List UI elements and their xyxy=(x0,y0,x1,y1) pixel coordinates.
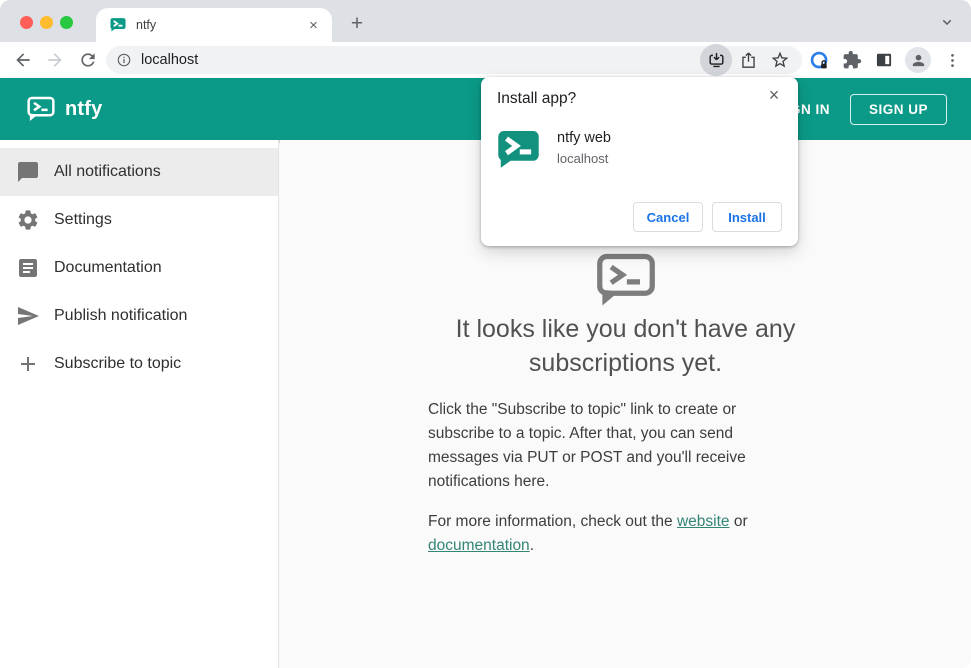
tab-title: ntfy xyxy=(136,18,157,32)
sidebar-item-label: Subscribe to topic xyxy=(54,355,182,372)
ntfy-app-icon xyxy=(497,129,540,171)
menu-kebab-icon[interactable] xyxy=(942,50,963,71)
dialog-app-origin: localhost xyxy=(557,151,609,166)
sidebar-item-label: All notifications xyxy=(54,163,161,180)
sidebar-item-documentation[interactable]: Documentation xyxy=(0,244,278,292)
empty-state-links-paragraph: For more information, check out the webs… xyxy=(428,510,818,558)
sidebar-item-label: Publish notification xyxy=(54,307,188,324)
install-button[interactable]: Install xyxy=(712,202,782,232)
cancel-button[interactable]: Cancel xyxy=(633,202,703,232)
website-link[interactable]: website xyxy=(677,513,730,530)
chat-bubble-icon xyxy=(16,160,40,184)
back-icon[interactable] xyxy=(13,50,33,70)
bookmark-star-icon[interactable] xyxy=(764,46,796,74)
traffic-light-maximize[interactable] xyxy=(60,16,73,29)
sidebar-item-publish-notification[interactable]: Publish notification xyxy=(0,292,278,340)
ntfy-favicon-icon xyxy=(110,17,126,33)
new-tab-button[interactable]: + xyxy=(344,11,370,37)
password-manager-extension-icon[interactable] xyxy=(809,50,830,71)
ntfy-empty-state-icon xyxy=(595,253,657,309)
dialog-title: Install app? xyxy=(497,90,577,107)
documentation-link[interactable]: documentation xyxy=(428,537,530,554)
send-icon xyxy=(16,304,40,328)
tab-close-icon[interactable]: × xyxy=(305,17,322,34)
ntfy-logo-icon xyxy=(27,96,55,123)
sidebar-item-label: Settings xyxy=(54,211,112,228)
sidebar: All notifications Settings Documentation… xyxy=(0,140,279,668)
profile-avatar[interactable] xyxy=(905,47,931,73)
url-text: localhost xyxy=(141,52,199,68)
address-bar[interactable]: localhost xyxy=(106,44,802,76)
info-icon[interactable] xyxy=(116,52,132,68)
side-panel-icon[interactable] xyxy=(873,50,894,71)
close-icon[interactable]: × xyxy=(762,83,786,107)
sign-up-button[interactable]: SIGN UP xyxy=(849,93,947,125)
tab-strip: ntfy × + xyxy=(0,0,971,42)
empty-state-paragraph: Click the "Subscribe to topic" link to c… xyxy=(428,401,746,490)
sidebar-item-all-notifications[interactable]: All notifications xyxy=(0,148,278,196)
forward-icon[interactable] xyxy=(45,50,65,70)
sidebar-item-label: Documentation xyxy=(54,259,162,276)
gear-icon xyxy=(16,208,40,232)
traffic-light-close[interactable] xyxy=(20,16,33,29)
app-title: ntfy xyxy=(65,97,103,120)
sidebar-item-subscribe-to-topic[interactable]: Subscribe to topic xyxy=(0,340,278,388)
empty-state-heading: It looks like you don't have any subscri… xyxy=(455,315,796,377)
traffic-light-minimize[interactable] xyxy=(40,16,53,29)
article-icon xyxy=(16,256,40,280)
install-app-icon[interactable] xyxy=(700,44,732,76)
paragraph-text: or xyxy=(733,513,748,530)
reload-icon[interactable] xyxy=(78,50,98,70)
chevron-down-icon[interactable] xyxy=(937,12,957,32)
sidebar-item-settings[interactable]: Settings xyxy=(0,196,278,244)
extensions-puzzle-icon[interactable] xyxy=(841,50,862,71)
share-icon[interactable] xyxy=(732,46,764,74)
install-app-dialog: Install app? × ntfy web localhost Cancel… xyxy=(481,77,798,246)
dialog-app-name: ntfy web xyxy=(557,130,611,146)
browser-tab[interactable]: ntfy × xyxy=(96,8,332,42)
paragraph-text: For more information, check out the xyxy=(428,513,677,530)
browser-window: ntfy × + localhost ntfy SIGN IN SIGN UP … xyxy=(0,0,971,668)
plus-icon xyxy=(16,352,40,376)
paragraph-text: . xyxy=(529,537,534,554)
